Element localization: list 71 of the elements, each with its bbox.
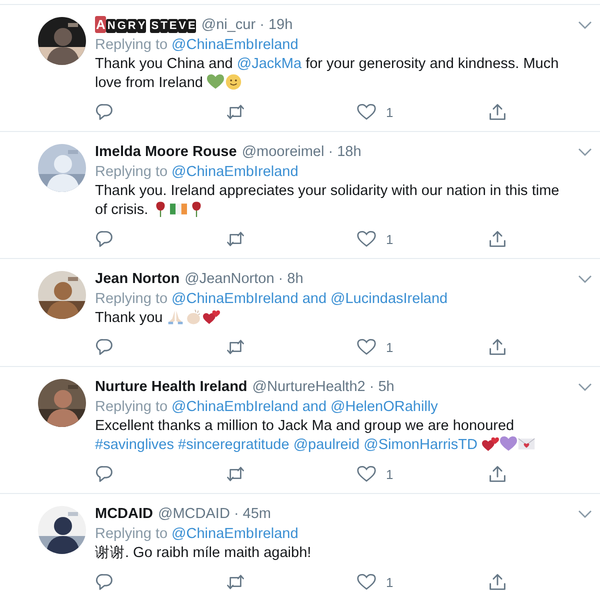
share-icon[interactable] [488,573,507,591]
mention-link[interactable]: @HelenORahilly [330,397,438,417]
mention-link[interactable]: @ChinaEmbIreland [172,35,298,55]
chevron-icon[interactable] [578,274,592,284]
flag-icon [170,201,188,217]
envelope-icon [518,436,534,452]
like-icon[interactable] [357,103,376,121]
handle-and-time: @mooreimel · 18h [242,143,362,162]
tweet-link[interactable]: #sinceregratitude [178,437,290,453]
tweet-link[interactable]: @paulreid [293,437,360,453]
handle-and-time: @JeanNorton · 8h [184,270,304,289]
and-word: and [302,290,327,309]
replying-label: Replying to [95,398,168,417]
reply-icon[interactable] [95,573,114,591]
user-name[interactable]: Nurture Health Ireland [95,377,248,397]
like-icon[interactable] [357,338,376,356]
like-count: 1 [386,104,394,120]
handle-and-time: @ni_cur · 19h [201,16,293,35]
tweet-text: 谢谢. Go raibh míle maith agaibh! [95,544,312,563]
chevron-icon[interactable] [578,147,592,157]
reply-icon[interactable] [95,465,114,483]
chevron-icon[interactable] [578,509,592,519]
reply-icon[interactable] [95,230,114,248]
reply-icon[interactable] [95,338,114,356]
replying-label: Replying to [95,36,168,55]
mention-link[interactable]: @ChinaEmbIreland [172,162,298,182]
user-name[interactable]: Jean Norton [95,269,180,289]
replying-label: Replying to [95,525,168,544]
handle-and-time: @MCDAID · 45m [158,505,272,524]
tweet-link[interactable]: @SimonHarrisTD [364,437,478,453]
retweet-icon[interactable] [226,573,245,591]
smiley-icon [225,74,242,90]
share-icon[interactable] [488,230,507,248]
tweet-text: Thank you. Ireland appreciates your solidarity with our nation in this time of crisis. [95,182,560,220]
handle-and-time: @NurtureHealth2 · 5h [252,378,394,397]
like-icon[interactable] [357,230,376,248]
mention-link[interactable]: @ChinaEmbIreland [172,289,298,309]
clapping-hands-icon [184,309,202,325]
chevron-icon[interactable] [578,382,592,392]
tweet-link[interactable]: #savinglives [95,437,174,453]
like-icon[interactable] [357,573,376,591]
and-word: and [302,398,327,417]
like-count: 1 [386,232,394,246]
replying-label: Replying to [95,290,168,309]
like-count: 1 [386,574,394,590]
replying-label: Replying to [95,163,168,182]
tweet-link[interactable]: @JackMa [236,56,302,72]
mention-link[interactable]: @LucindasIreland [330,289,448,309]
praying-hands-icon [166,309,184,325]
share-icon[interactable] [488,338,507,356]
chevron-icon[interactable] [578,20,592,30]
tweet-text: Excellent thanks a million to Jack Ma and group we are honoured #savinglives #sinceregratitude @paulreid @SimonHarrisTD [95,417,592,455]
mention-link[interactable]: @ChinaEmbIreland [172,524,298,544]
hearts-icon [482,436,498,452]
like-count: 1 [386,466,394,482]
tweet-text: Thank you China and @JackMa for your generosity and kindness. Much love from Ireland [95,55,560,93]
like-count: 1 [386,340,394,354]
mention-link[interactable]: @ChinaEmbIreland [172,397,298,417]
hearts-icon [202,309,220,325]
user-name[interactable]: ANGRY STEVE [95,15,196,35]
retweet-icon[interactable] [226,103,245,121]
retweet-icon[interactable] [226,338,245,356]
user-name[interactable]: MCDAID [95,504,153,524]
share-icon[interactable] [488,465,507,483]
retweet-icon[interactable] [226,465,245,483]
share-icon[interactable] [488,103,507,121]
like-icon[interactable] [357,465,376,483]
tweet-text: Thank you [95,309,592,328]
user-name[interactable]: Imelda Moore Rouse [95,142,237,162]
reply-icon[interactable] [95,103,114,121]
retweet-icon[interactable] [226,230,245,248]
